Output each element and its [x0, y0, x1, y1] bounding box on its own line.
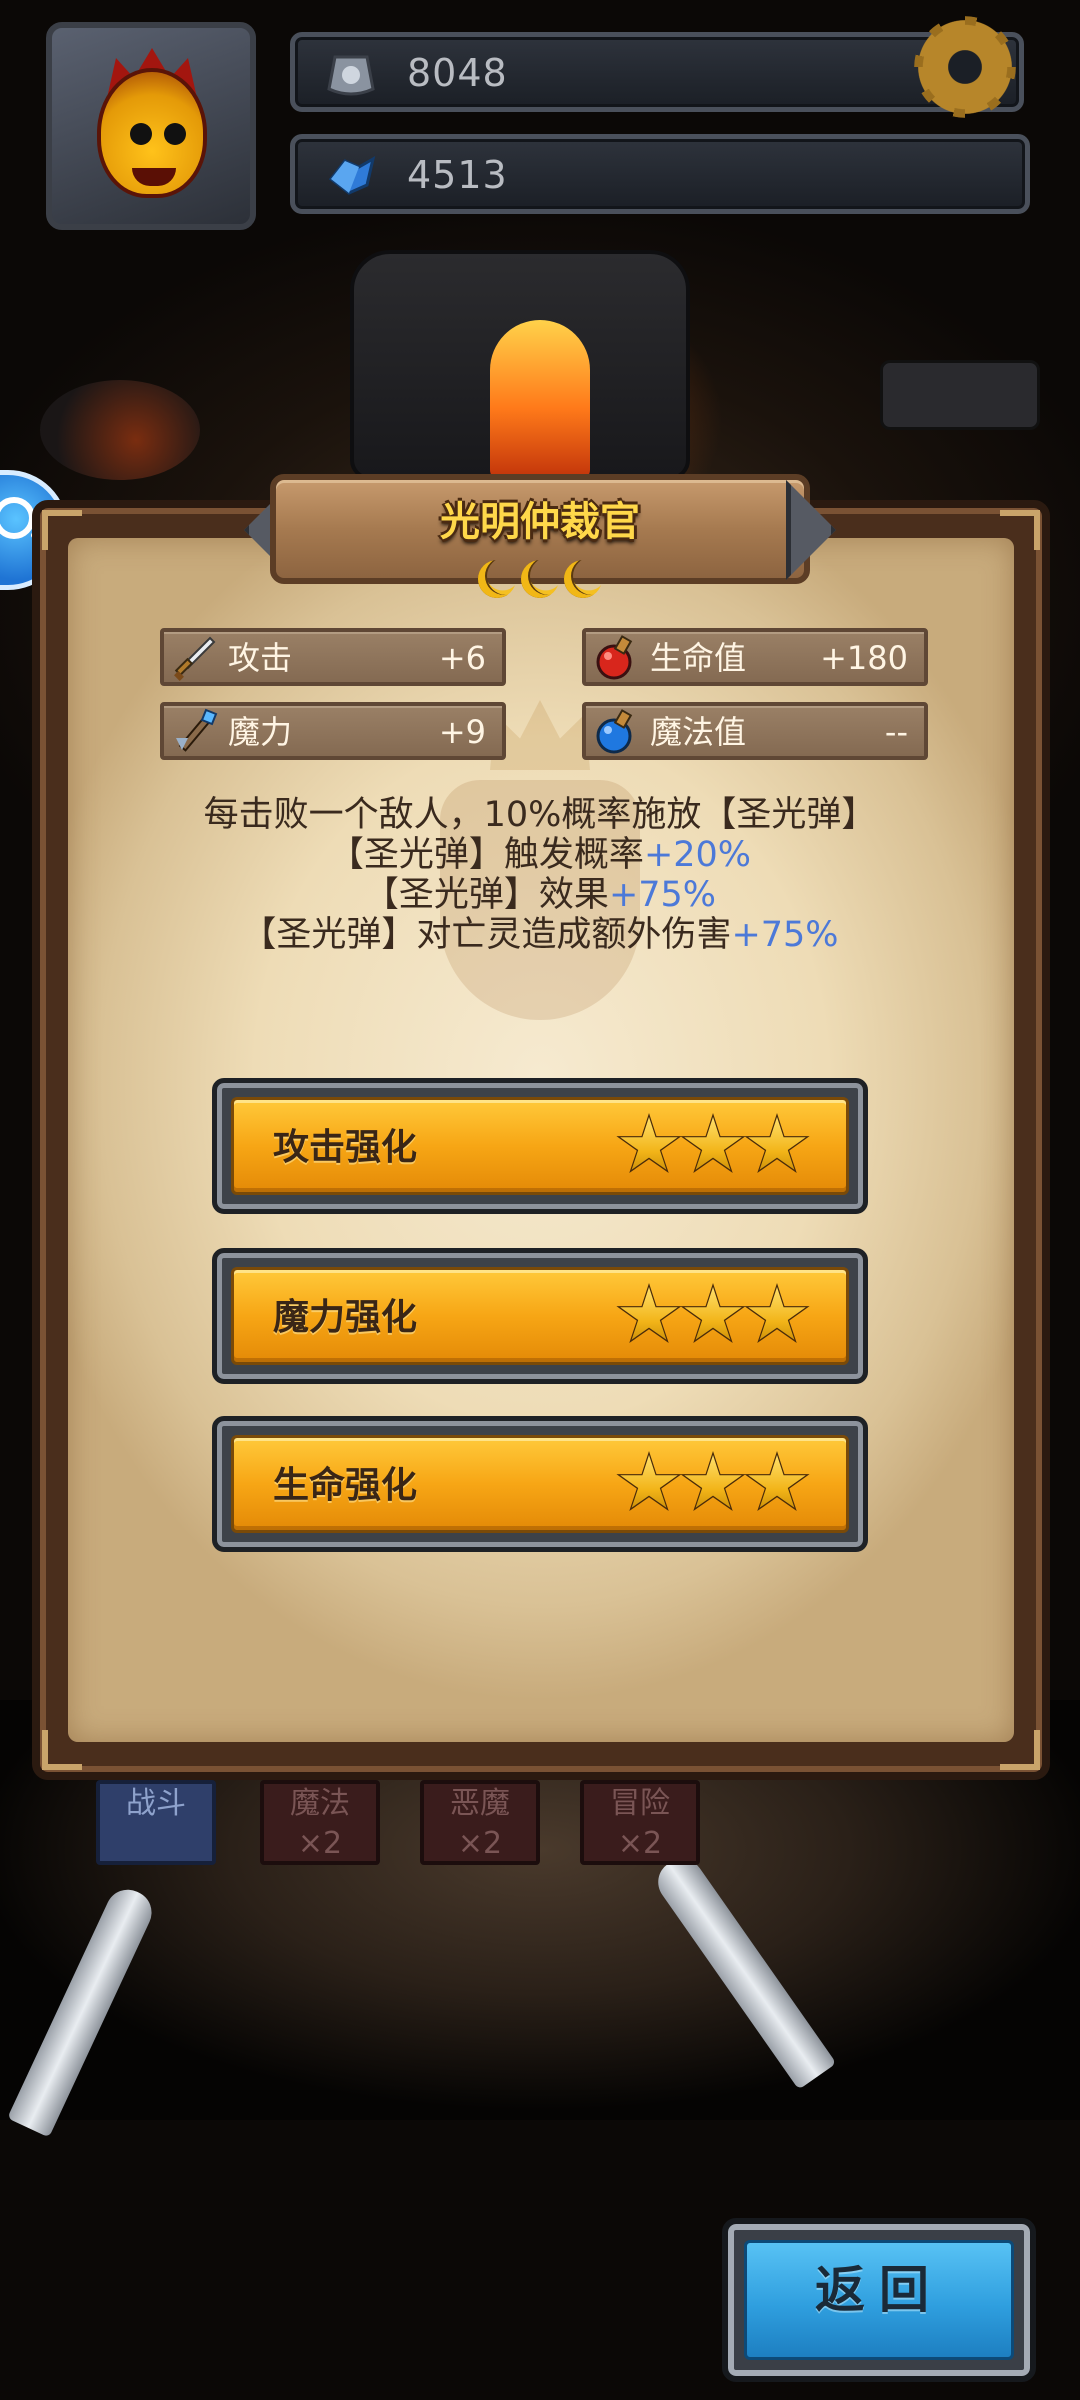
description-text: 【圣光弹】触发概率	[328, 835, 644, 875]
crescent-moon-icon	[478, 560, 516, 598]
upgrade-label: 生命强化	[273, 1465, 418, 1506]
sword-icon	[174, 636, 216, 681]
description-line: 【圣光弹】对亡灵造成额外伤害+75%	[120, 915, 960, 955]
bg-tab-battle: 战斗	[96, 1780, 216, 1865]
bg-tab-label: 冒险 ×2	[610, 1786, 670, 1861]
upgrade-stars	[613, 1449, 813, 1519]
description-bonus: +20%	[643, 835, 752, 875]
stat-value: +6	[438, 639, 486, 677]
stat-label: 生命值	[650, 639, 747, 677]
star-icon	[748, 1287, 806, 1340]
description-text: 【圣光弹】对亡灵造成额外伤害	[241, 915, 732, 955]
stat-value: +9	[438, 713, 486, 751]
back-label: 返回	[815, 2261, 943, 2319]
star-icon	[620, 1455, 678, 1508]
upgrade-life-button[interactable]: 生命强化	[212, 1416, 868, 1552]
description-bonus: +75%	[731, 915, 839, 955]
bg-tab-label: 恶魔 ×2	[450, 1786, 510, 1861]
stat-value: +180	[820, 639, 908, 677]
description-line: 【圣光弹】触发概率+20%	[120, 835, 960, 875]
description-text: 【圣光弹】效果	[363, 875, 609, 915]
anvil-decoration	[880, 360, 1040, 430]
settings-gear-icon[interactable]	[912, 14, 1018, 120]
coal-pile-decoration	[40, 380, 200, 480]
molten-metal-decoration	[490, 320, 590, 480]
blue-potion-icon	[596, 709, 633, 754]
back-button[interactable]: 返回	[722, 2218, 1036, 2382]
panel-corner	[42, 1730, 82, 1770]
star-icon	[620, 1117, 678, 1170]
gems-value: 8048	[407, 51, 508, 95]
upgrade-attack-button[interactable]: 攻击强化	[212, 1078, 868, 1214]
avatar-eye	[130, 123, 152, 145]
crystals-value: 4513	[407, 153, 508, 197]
hero-avatar[interactable]	[46, 22, 256, 230]
skill-description: 每击败一个敌人，10%概率施放【圣光弹】 【圣光弹】触发概率+20% 【圣光弹】…	[120, 795, 960, 955]
upgrade-label: 攻击强化	[273, 1127, 418, 1168]
star-icon	[620, 1287, 678, 1340]
panel-corner	[1000, 510, 1040, 550]
panel-corner	[42, 510, 82, 550]
magic-wand-icon	[176, 708, 218, 752]
upgrade-label: 魔力强化	[273, 1297, 418, 1338]
star-icon	[684, 1455, 742, 1508]
stat-attack: 攻击 +6	[160, 628, 506, 686]
upgrade-stars	[613, 1281, 813, 1351]
star-icon	[684, 1287, 742, 1340]
description-line: 【圣光弹】效果+75%	[120, 875, 960, 915]
star-icon	[748, 1117, 806, 1170]
description-bonus: +75%	[608, 875, 717, 915]
avatar-eye	[164, 123, 186, 145]
red-potion-icon	[596, 635, 633, 680]
stat-mana: 魔法值 --	[582, 702, 928, 760]
rank-moons	[478, 560, 602, 602]
skill-title: 光明仲裁官	[440, 499, 640, 545]
gem-bag-icon	[327, 55, 375, 96]
bg-tab-magic: 魔法 ×2	[260, 1780, 380, 1865]
crescent-moon-icon	[521, 560, 559, 598]
upgrade-stars	[613, 1111, 813, 1181]
stat-label: 攻击	[228, 639, 293, 677]
crystals-counter: 4513	[290, 134, 1030, 214]
stat-label: 魔力	[228, 713, 293, 751]
bg-tab-adventure: 冒险 ×2	[580, 1780, 700, 1865]
blue-crystal-icon	[328, 155, 376, 195]
bg-tab-demon: 恶魔 ×2	[420, 1780, 540, 1865]
description-line: 每击败一个敌人，10%概率施放【圣光弹】	[203, 795, 877, 835]
bg-tab-label: 战斗	[126, 1786, 186, 1821]
panel-corner	[1000, 1730, 1040, 1770]
stat-label: 魔法值	[650, 713, 747, 751]
star-icon	[684, 1117, 742, 1170]
stat-hp: 生命值 +180	[582, 628, 928, 686]
star-icon	[748, 1455, 806, 1508]
crescent-moon-icon	[564, 560, 602, 598]
upgrade-magic-button[interactable]: 魔力强化	[212, 1248, 868, 1384]
bg-tab-label: 魔法 ×2	[290, 1786, 350, 1861]
magnifier-icon	[0, 497, 35, 539]
stat-value: --	[884, 713, 908, 751]
stat-magic-power: 魔力 +9	[160, 702, 506, 760]
